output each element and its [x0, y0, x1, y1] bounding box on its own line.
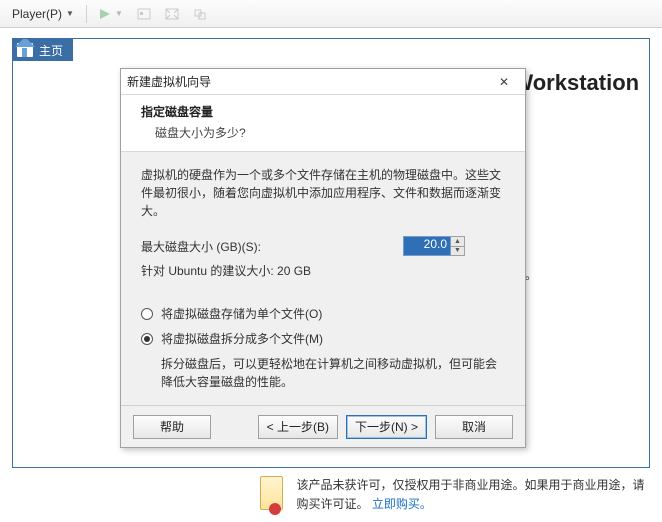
- back-button[interactable]: < 上一步(B): [258, 415, 338, 439]
- size-spinner: ▲ ▼: [451, 236, 465, 256]
- play-icon: [99, 8, 111, 20]
- play-button[interactable]: ▼: [93, 6, 129, 22]
- certificate-icon: [260, 476, 282, 510]
- license-text: 该产品未获许可，仅授权用于非商业用途。如果用于商业用途，请购买许可证。 立即购买…: [297, 476, 651, 514]
- player-menu-label: Player(P): [12, 7, 62, 21]
- max-disk-size-label: 最大磁盘大小 (GB)(S):: [141, 238, 261, 255]
- dialog-description: 虚拟机的硬盘作为一个或多个文件存储在主机的物理磁盘中。这些文件最初很小，随着您向…: [141, 166, 505, 220]
- radio-split-files[interactable]: 将虚拟磁盘拆分成多个文件(M): [141, 330, 505, 347]
- spinner-down[interactable]: ▼: [451, 246, 464, 256]
- unity-button[interactable]: [187, 6, 213, 22]
- split-note: 拆分磁盘后，可以更轻松地在计算机之间移动虚拟机，但可能会降低大容量磁盘的性能。: [141, 355, 505, 391]
- license-message: 该产品未获许可，仅授权用于非商业用途。如果用于商业用途，请购买许可证。: [297, 478, 645, 511]
- home-tab[interactable]: 主页: [13, 39, 73, 61]
- home-icon: [17, 43, 33, 57]
- dropdown-icon: ▼: [66, 9, 74, 18]
- cancel-button[interactable]: 取消: [435, 415, 513, 439]
- fullscreen-button[interactable]: [159, 6, 185, 22]
- next-button-label: 下一步(N) >: [355, 418, 418, 435]
- send-cad-icon: [137, 8, 151, 20]
- dialog-title-text: 新建虚拟机向导: [127, 73, 211, 90]
- help-button-label: 帮助: [160, 418, 184, 435]
- home-tab-label: 主页: [39, 42, 63, 59]
- buy-now-link[interactable]: 立即购买。: [372, 497, 432, 511]
- radio-single-file[interactable]: 将虚拟磁盘存储为单个文件(O): [141, 305, 505, 322]
- dialog-body: 虚拟机的硬盘作为一个或多个文件存储在主机的物理磁盘中。这些文件最初很小，随着您向…: [121, 152, 525, 405]
- radio-split-label: 将虚拟磁盘拆分成多个文件(M): [161, 330, 323, 347]
- back-button-label: < 上一步(B): [267, 418, 329, 435]
- dialog-subheading: 磁盘大小为多少?: [141, 124, 505, 141]
- fullscreen-icon: [165, 8, 179, 20]
- max-disk-size-row: 最大磁盘大小 (GB)(S): 20.0 ▲ ▼: [141, 236, 505, 256]
- unity-icon: [193, 8, 207, 20]
- license-footer: 该产品未获许可，仅授权用于非商业用途。如果用于商业用途，请购买许可证。 立即购买…: [12, 476, 650, 514]
- dialog-header: 指定磁盘容量 磁盘大小为多少?: [121, 95, 525, 152]
- dialog-footer: 帮助 < 上一步(B) 下一步(N) > 取消: [121, 405, 525, 447]
- dialog-titlebar[interactable]: 新建虚拟机向导 ✕: [121, 69, 525, 95]
- dropdown-icon: ▼: [115, 9, 123, 18]
- player-menu[interactable]: Player(P) ▼: [6, 5, 80, 23]
- radio-icon: [141, 333, 153, 345]
- radio-icon: [141, 308, 153, 320]
- main-toolbar: Player(P) ▼ ▼: [0, 0, 662, 28]
- max-disk-size-input[interactable]: 20.0: [403, 236, 451, 256]
- send-cad-button[interactable]: [131, 6, 157, 22]
- recommended-size-text: 针对 Ubuntu 的建议大小: 20 GB: [141, 262, 505, 279]
- new-vm-wizard-dialog: 新建虚拟机向导 ✕ 指定磁盘容量 磁盘大小为多少? 虚拟机的硬盘作为一个或多个文…: [120, 68, 526, 448]
- help-button[interactable]: 帮助: [133, 415, 211, 439]
- toolbar-separator: [86, 5, 87, 23]
- spinner-up[interactable]: ▲: [451, 237, 464, 246]
- radio-single-label: 将虚拟磁盘存储为单个文件(O): [161, 305, 322, 322]
- next-button[interactable]: 下一步(N) >: [346, 415, 427, 439]
- cancel-button-label: 取消: [462, 418, 486, 435]
- close-icon: ✕: [499, 75, 509, 89]
- close-button[interactable]: ✕: [489, 75, 519, 89]
- dialog-heading: 指定磁盘容量: [141, 103, 505, 120]
